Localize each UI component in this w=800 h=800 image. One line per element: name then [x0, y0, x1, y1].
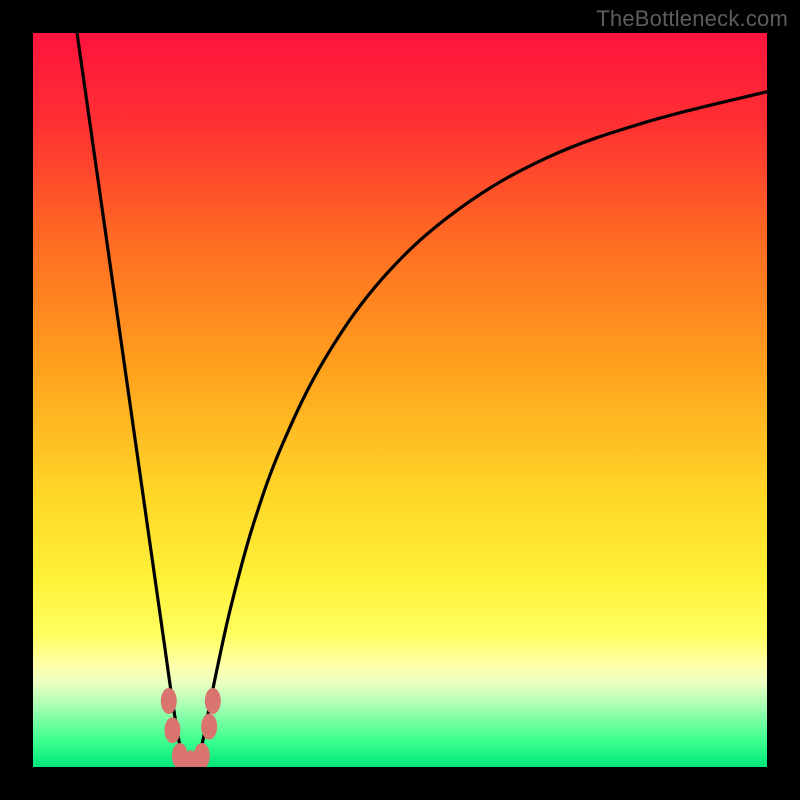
- curve-marker: [161, 688, 177, 714]
- plot-area: [33, 33, 767, 767]
- attribution-text: TheBottleneck.com: [596, 6, 788, 32]
- curve-marker: [164, 717, 180, 743]
- curve-markers: [161, 688, 221, 767]
- chart-frame: TheBottleneck.com: [0, 0, 800, 800]
- curve-layer: [33, 33, 767, 767]
- curve-marker: [201, 714, 217, 740]
- curve-marker: [194, 743, 210, 767]
- curve-marker: [205, 688, 221, 714]
- bottleneck-curve: [77, 33, 767, 767]
